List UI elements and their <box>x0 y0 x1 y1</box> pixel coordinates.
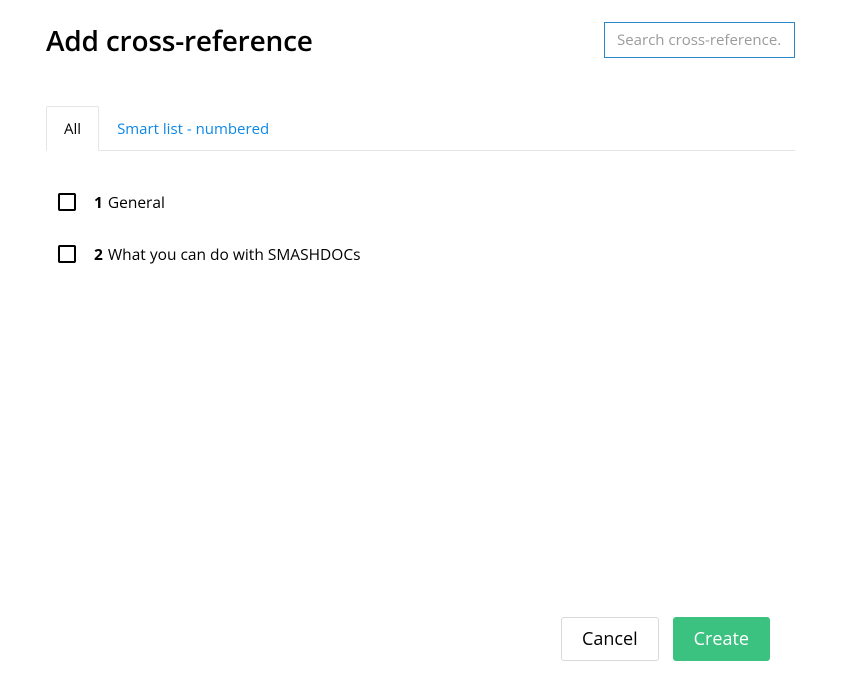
list-item-label: 1General <box>94 191 165 213</box>
list-item-label: 2What you can do with SMASHDOCs <box>94 243 360 265</box>
tab-smart-list-numbered[interactable]: Smart list - numbered <box>99 106 287 150</box>
list-item[interactable]: 1General <box>58 191 783 213</box>
checkbox[interactable] <box>58 245 76 263</box>
item-number: 2 <box>94 243 103 265</box>
dialog-container: Add cross-reference All Smart list - num… <box>0 0 841 265</box>
dialog-title: Add cross-reference <box>46 22 313 60</box>
tabs: All Smart list - numbered <box>46 106 795 151</box>
item-number: 1 <box>94 191 103 213</box>
dialog-footer: Cancel Create <box>561 617 770 661</box>
item-title: General <box>108 191 165 213</box>
item-title: What you can do with SMASHDOCs <box>108 243 361 265</box>
reference-list: 1General 2What you can do with SMASHDOCs <box>46 151 795 265</box>
cancel-button[interactable]: Cancel <box>561 617 659 661</box>
list-item[interactable]: 2What you can do with SMASHDOCs <box>58 243 783 265</box>
search-input[interactable] <box>604 22 795 58</box>
tab-all[interactable]: All <box>46 106 99 151</box>
header-row: Add cross-reference <box>46 22 795 60</box>
create-button[interactable]: Create <box>673 617 770 661</box>
checkbox[interactable] <box>58 193 76 211</box>
